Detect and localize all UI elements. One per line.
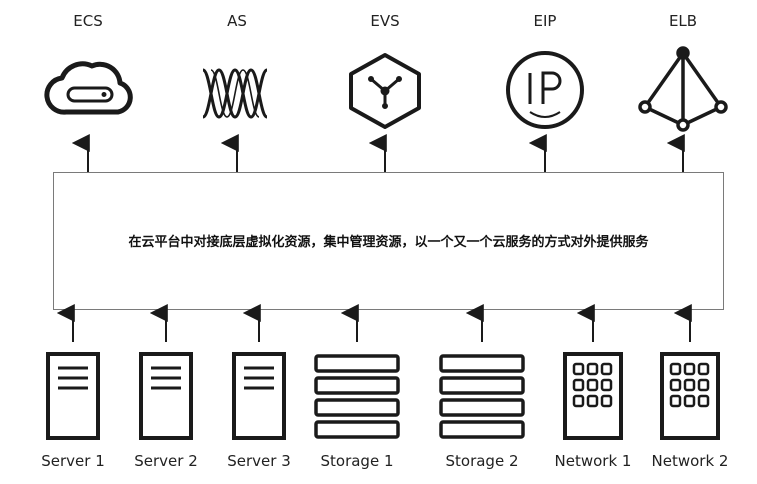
resource-label-server-3: Server 3 — [227, 452, 291, 470]
ip-circle-icon — [506, 51, 584, 129]
resource-label-network-2: Network 2 — [651, 452, 729, 470]
resource-label-storage-1: Storage 1 — [320, 452, 394, 470]
server-icon — [46, 352, 100, 440]
service-arrows — [71, 134, 685, 172]
network-icon — [563, 352, 623, 440]
resource-label-network-1: Network 1 — [554, 452, 632, 470]
resource-label-storage-2: Storage 2 — [445, 452, 519, 470]
resource-arrows — [56, 304, 692, 342]
storage-icon — [314, 354, 400, 439]
diagram-graphics — [44, 46, 728, 440]
helix-icon — [201, 68, 269, 119]
server-icon — [232, 352, 286, 440]
cloud-server-icon — [44, 61, 133, 115]
storage-icon — [439, 354, 525, 439]
balancer-triangle-icon — [638, 46, 728, 132]
network-icon — [660, 352, 720, 440]
server-icon — [139, 352, 193, 440]
hexagon-node-icon — [349, 53, 421, 129]
